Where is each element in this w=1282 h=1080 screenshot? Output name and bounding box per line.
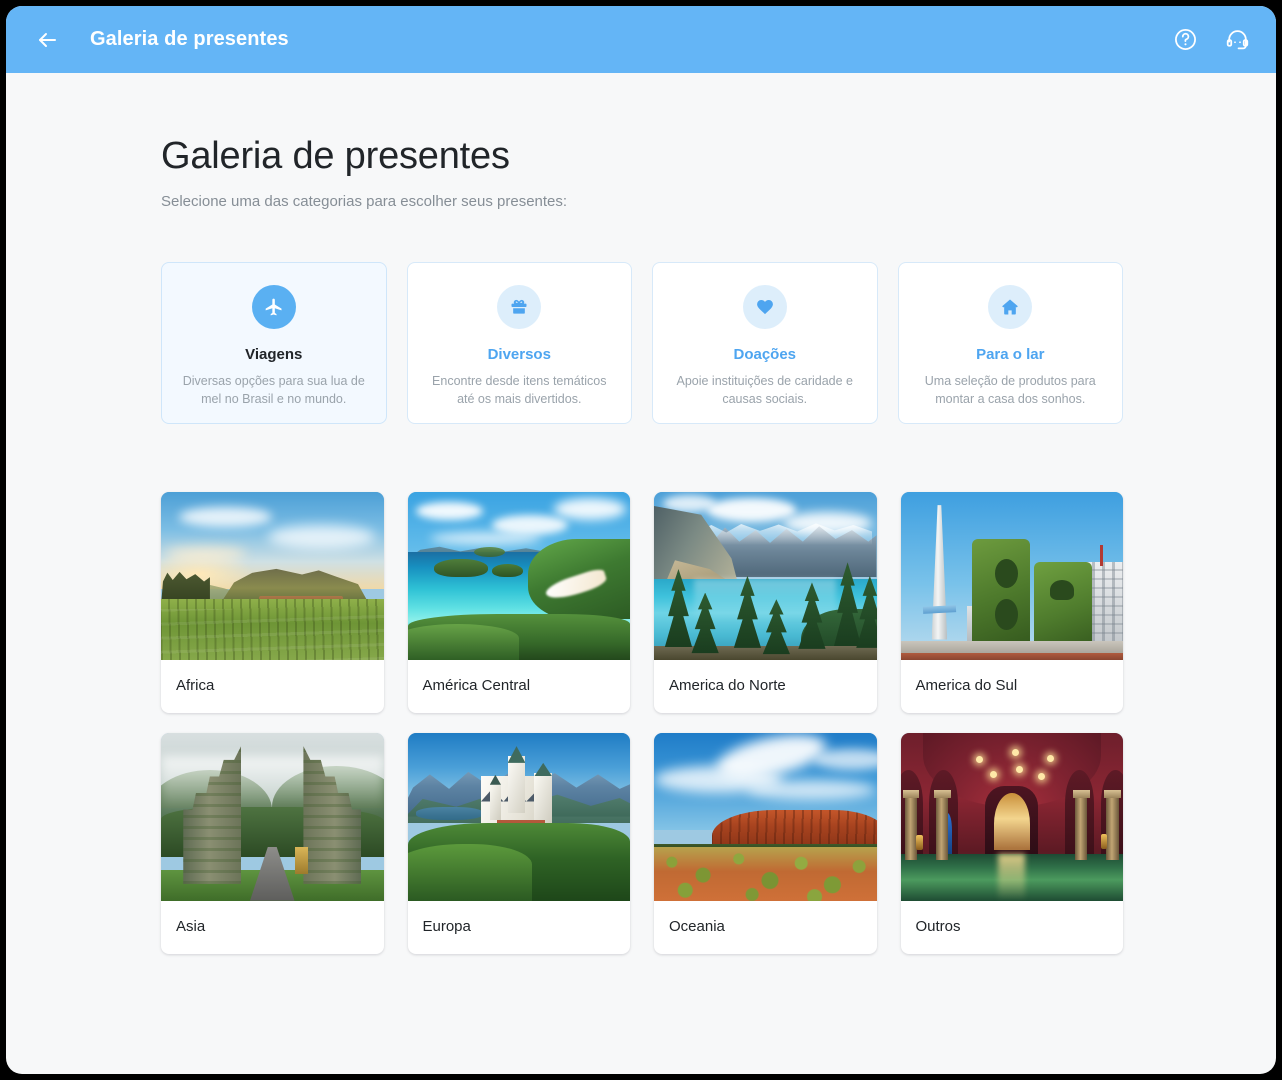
category-title: Diversos [487, 345, 551, 363]
destination-label: Asia [176, 917, 206, 935]
destination-photo-europa [407, 732, 630, 901]
airplane-glyph [265, 298, 282, 316]
app-window: Galeria de presentes Galeria de presente… [6, 6, 1276, 1074]
category-list: Viagens Diversas opções para sua lua de … [161, 261, 1123, 424]
back-button[interactable] [30, 23, 64, 57]
app-title: Galeria de presentes [90, 28, 289, 50]
destination-label: Europa [422, 917, 471, 935]
destination-card-america-do-norte[interactable]: America do Norte [654, 491, 877, 713]
category-card-doacoes[interactable]: Doações Apoie instituições de caridade e… [652, 261, 878, 424]
page-content: Galeria de presentes Selecione uma das c… [6, 73, 1276, 1074]
destination-card-america-central[interactable]: América Central [407, 491, 630, 713]
category-card-para-o-lar[interactable]: Para o lar Uma seleção de produtos para … [897, 261, 1123, 424]
destination-card-europa[interactable]: Europa [407, 732, 630, 954]
gift-glyph [511, 299, 527, 314]
destination-photo-america-do-norte [654, 491, 877, 660]
content-container: Galeria de presentes Selecione uma das c… [159, 135, 1123, 954]
category-description: Uma seleção de produtos para montar a ca… [924, 373, 1096, 407]
destination-label: Africa [176, 676, 215, 694]
destination-photo-africa [161, 491, 384, 660]
destination-label: América Central [422, 676, 531, 694]
page-subtitle: Selecione uma das categorias para escolh… [161, 192, 568, 210]
destination-card-africa[interactable]: Africa [161, 491, 384, 713]
category-description: Apoie instituições de caridade e causas … [676, 373, 853, 407]
destination-photo-oceania [654, 732, 877, 901]
destination-photo-america-central [407, 491, 630, 660]
destination-card-oceania[interactable]: Oceania [654, 732, 877, 954]
destination-card-outros[interactable]: Outros [900, 732, 1123, 954]
support-headset-icon [1226, 30, 1248, 50]
destination-photo-outros [900, 732, 1123, 901]
destination-card-america-do-sul[interactable]: America do Sul [900, 491, 1123, 713]
back-arrow-icon [39, 32, 56, 47]
destination-card-asia[interactable]: Asia [161, 732, 384, 954]
category-description: Diversas opções para sua lua de mel no B… [182, 373, 365, 407]
help-button[interactable] [1168, 23, 1202, 57]
page-title: Galeria de presentes [161, 135, 510, 177]
category-card-viagens[interactable]: Viagens Diversas opções para sua lua de … [161, 261, 387, 424]
home-glyph [1002, 299, 1019, 315]
support-button[interactable] [1220, 23, 1254, 57]
app-header-actions [1168, 23, 1254, 57]
destination-label: Outros [915, 917, 961, 935]
destination-grid: Africa América Central America do Norte … [161, 491, 1123, 954]
destination-label: Oceania [669, 917, 725, 935]
airplane-icon [251, 284, 296, 329]
home-icon [988, 284, 1033, 329]
app-header: Galeria de presentes [6, 6, 1276, 73]
help-circle-icon [1174, 29, 1196, 50]
destination-photo-america-do-sul [900, 491, 1123, 660]
category-description: Encontre desde itens temáticos até os ma… [432, 373, 607, 407]
destination-label: America do Norte [669, 676, 786, 694]
app-header-left: Galeria de presentes [30, 23, 1168, 57]
destination-photo-asia [161, 732, 384, 901]
category-title: Viagens [245, 345, 303, 363]
heart-glyph [756, 299, 773, 314]
category-card-diversos[interactable]: Diversos Encontre desde itens temáticos … [406, 261, 632, 424]
category-title: Doações [733, 345, 797, 363]
destination-label: America do Sul [915, 676, 1018, 694]
heart-icon [742, 284, 787, 329]
gift-icon [497, 284, 542, 329]
category-title: Para o lar [976, 345, 1045, 363]
